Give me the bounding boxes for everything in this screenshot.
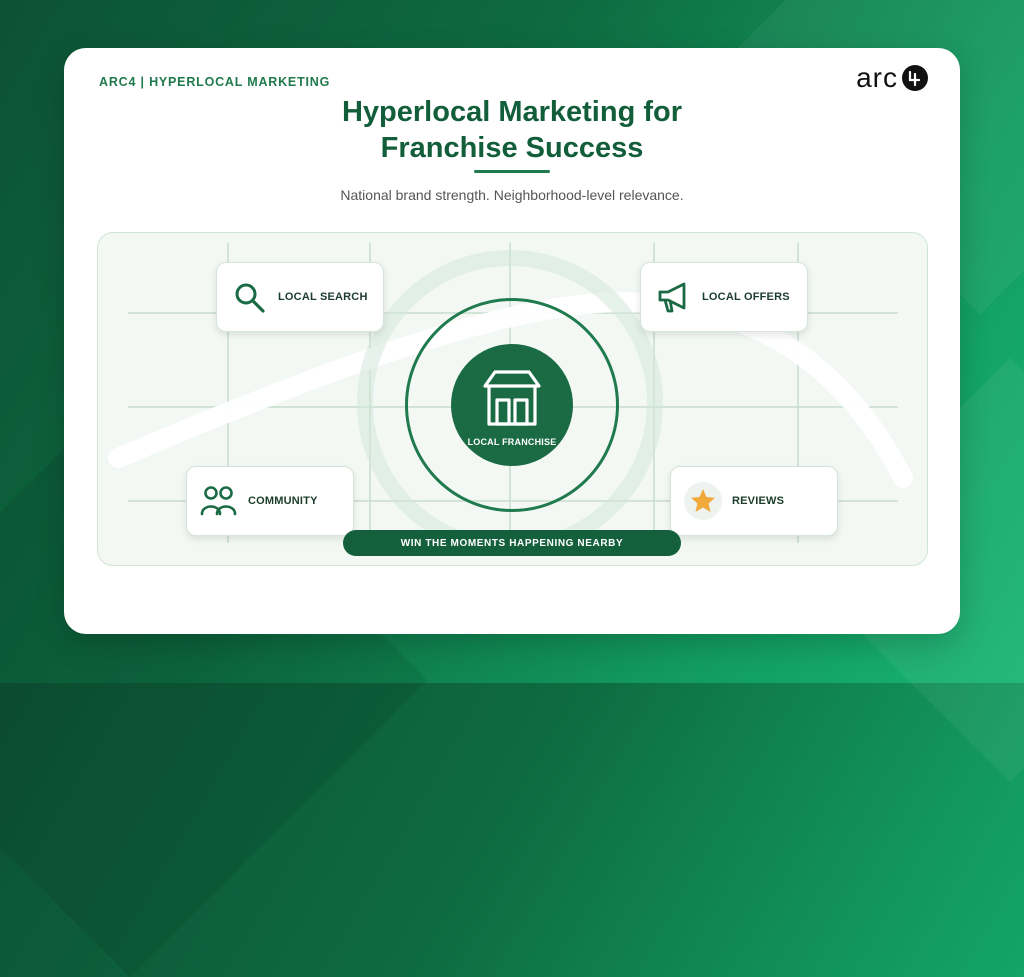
logo-mark-icon [902, 65, 928, 91]
megaphone-icon [654, 278, 692, 316]
storefront-icon [483, 370, 541, 426]
local-offers-label: LOCAL OFFERS [702, 291, 790, 303]
local-search-label: LOCAL SEARCH [278, 291, 368, 303]
local-offers-card: LOCAL OFFERS [640, 262, 808, 332]
search-icon [230, 278, 268, 316]
infographic-card: ARC4 | HYPERLOCAL MARKETING arc Hyperloc… [64, 48, 960, 634]
local-search-card: LOCAL SEARCH [216, 262, 384, 332]
tagline-banner: WIN THE MOMENTS HAPPENING NEARBY [343, 530, 681, 556]
center-label: LOCAL FRANCHISE [467, 437, 557, 447]
reviews-card: REVIEWS [670, 466, 838, 536]
community-label: COMMUNITY [248, 495, 318, 507]
reviews-label: REVIEWS [732, 495, 785, 507]
people-icon [200, 482, 238, 520]
logo-text: arc [856, 62, 898, 93]
star-icon [684, 482, 722, 520]
arc4-logo: arc [856, 62, 928, 94]
page-title: Hyperlocal Marketing for Franchise Succe… [341, 96, 683, 164]
brand-tag: ARC4 | HYPERLOCAL MARKETING [99, 75, 331, 89]
local-franchise-hub: LOCAL FRANCHISE [451, 344, 573, 466]
title-underline [474, 170, 550, 173]
subtitle: National brand strength. Neighborhood-le… [340, 187, 684, 203]
community-card: COMMUNITY [186, 466, 354, 536]
